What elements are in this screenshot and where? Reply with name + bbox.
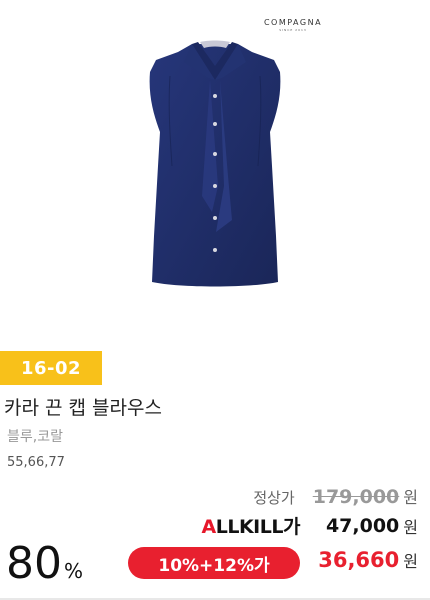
brand-name: COMPAGNA <box>263 18 323 27</box>
discount-rate-unit: % <box>64 559 84 583</box>
final-price-row: 36,660 원 <box>318 548 418 572</box>
allkill-price-row: ALLKILL가 47,000 원 <box>202 512 418 539</box>
regular-price-row: 정상가 179,000 원 <box>253 484 418 508</box>
product-title[interactable]: 카라 끈 캡 블라우스 <box>4 393 162 420</box>
product-card[interactable]: COMPAGNA SINCE 2013 16-02 카라 끈 캡 블라우스 블루… <box>0 0 430 600</box>
coupon-discount-badge: 10%+12%가 <box>128 547 300 579</box>
final-price: 36,660 <box>318 548 400 572</box>
allkill-logo: ALLKILL가 <box>201 512 301 539</box>
product-sizes: 55,66,77 <box>7 455 65 470</box>
product-code-badge: 16-02 <box>0 351 102 385</box>
regular-price: 179,000 <box>312 486 400 508</box>
product-image[interactable]: COMPAGNA SINCE 2013 <box>0 0 430 348</box>
allkill-logo-a: A <box>201 516 217 538</box>
brand-logo: COMPAGNA SINCE 2013 <box>262 18 324 32</box>
product-colors: 블루,코랄 <box>7 429 63 445</box>
discount-rate-value: 80 <box>6 538 62 589</box>
discount-rate: 80% <box>6 542 83 586</box>
brand-sub: SINCE 2013 <box>279 28 307 32</box>
currency-unit: 원 <box>403 517 418 537</box>
blouse-image <box>149 40 281 287</box>
currency-unit: 원 <box>403 488 418 507</box>
allkill-logo-rest: LLKILL가 <box>215 516 301 538</box>
regular-price-label: 정상가 <box>253 489 295 507</box>
allkill-price: 47,000 <box>325 514 400 537</box>
currency-unit: 원 <box>403 552 418 571</box>
